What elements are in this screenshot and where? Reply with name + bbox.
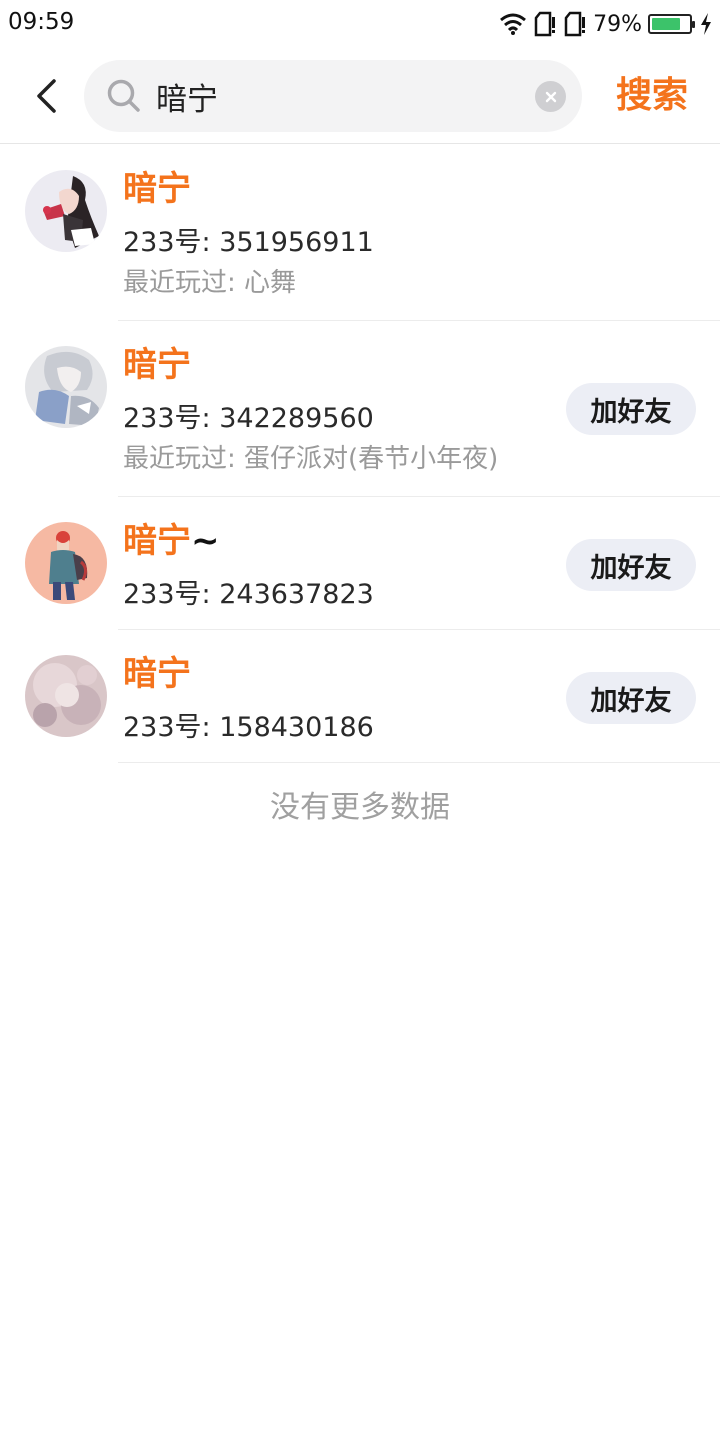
clear-button[interactable]: [535, 81, 566, 112]
battery-icon: [648, 14, 695, 34]
search-icon: [107, 79, 140, 112]
no-more-data-text: 没有更多数据: [270, 790, 450, 825]
add-friend-button[interactable]: 加好友: [566, 672, 696, 724]
search-input[interactable]: [156, 60, 516, 132]
wifi-icon: [500, 13, 527, 35]
search-button[interactable]: 搜索: [616, 68, 688, 124]
list-item[interactable]: 暗宁~ 233号: 243637823 加好友: [0, 497, 720, 630]
add-friend-button[interactable]: 加好友: [566, 539, 696, 591]
nickname: 暗宁~: [123, 521, 220, 561]
divider: [118, 762, 720, 763]
sim1-no-signal-icon: [534, 11, 556, 37]
close-icon: [545, 91, 556, 102]
battery-percent: 79%: [593, 11, 642, 37]
nickname: 暗宁: [123, 345, 191, 385]
avatar[interactable]: [25, 655, 107, 737]
list-item[interactable]: 暗宁 233号: 342289560 最近玩过: 蛋仔派对(春节小年夜) 加好友: [0, 321, 720, 497]
battery-fill: [652, 18, 681, 30]
status-time: 09:59: [8, 9, 75, 35]
status-bar: 09:59 79%: [0, 0, 720, 48]
avatar[interactable]: [25, 346, 107, 428]
search-box[interactable]: [84, 60, 582, 132]
chevron-left-icon: [37, 79, 56, 113]
result-list: 暗宁 233号: 351956911 最近玩过: 心舞 暗宁 233号: 342…: [0, 145, 720, 763]
user-id: 233号: 351956911: [123, 227, 374, 258]
list-item[interactable]: 暗宁 233号: 351956911 最近玩过: 心舞: [0, 145, 720, 321]
recently-played: 最近玩过: 心舞: [123, 268, 297, 298]
nickname: 暗宁: [123, 654, 191, 694]
avatar[interactable]: [25, 170, 107, 252]
add-friend-button[interactable]: 加好友: [566, 383, 696, 435]
recently-played: 最近玩过: 蛋仔派对(春节小年夜): [123, 444, 499, 474]
search-header: 搜索: [0, 48, 720, 144]
list-item[interactable]: 暗宁 233号: 158430186 加好友: [0, 630, 720, 763]
avatar[interactable]: [25, 522, 107, 604]
user-id: 233号: 158430186: [123, 712, 374, 743]
user-id: 233号: 243637823: [123, 579, 374, 610]
charging-icon: [701, 13, 711, 35]
nickname: 暗宁: [123, 169, 191, 209]
user-id: 233号: 342289560: [123, 403, 374, 434]
status-icons: 79%: [499, 8, 712, 40]
back-button[interactable]: [22, 72, 70, 120]
sim2-no-signal-icon: [564, 11, 586, 37]
